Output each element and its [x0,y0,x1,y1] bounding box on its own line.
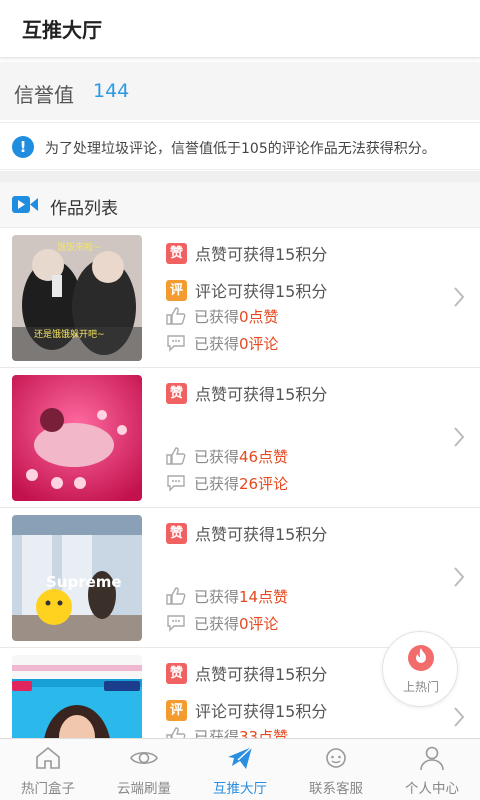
promote-button[interactable]: 上热门 [382,631,458,707]
chevron-right-icon[interactable] [452,706,466,728]
comment-icon [167,615,185,632]
chevron-right-icon[interactable] [452,426,466,448]
paper-plane-icon [228,746,253,769]
work-item[interactable]: Supreme 赞 点赞可获得15积分 已获得 14点赞 已获得 0评论 [0,508,480,648]
like-reward: 赞 点赞可获得15积分 [166,662,327,684]
page-title: 互推大厅 [22,18,102,42]
tab-cloud-boost[interactable]: 云端刷量 [96,739,192,800]
works-list-header: 作品列表 [0,182,480,228]
comment-icon [167,475,185,492]
thumb-caption-top: 饿饭来啦~ [57,241,101,253]
comment-reward: 评 评论可获得15积分 [166,279,327,301]
like-reward: 赞 点赞可获得15积分 [166,382,327,404]
work-thumbnail[interactable] [12,375,142,501]
work-thumbnail[interactable] [12,655,142,738]
headset-icon [326,748,346,768]
thumbs-up-icon [166,307,186,325]
credit-value: 144 [93,80,130,102]
chevron-right-icon[interactable] [452,286,466,308]
comments-received: 已获得 0评论 [166,612,279,634]
work-item[interactable]: 饿饭来啦~ 还是饿饿躲开吧~ 赞 点赞可获得15积分 评 评论可获得15积分 已… [0,228,480,368]
eye-icon [130,751,158,765]
notice-text: 为了处理垃圾评论，信誉值低于105的评论作品无法获得积分。 [45,141,436,157]
works-list-title: 作品列表 [50,199,118,219]
comments-received: 已获得 0评论 [166,332,279,354]
bottom-tab-bar: 热门盒子 云端刷量 互推大厅 联系客服 个人中心 [0,738,480,800]
comments-received: 已获得 26评论 [166,472,288,494]
thumbs-up-icon [166,447,186,465]
home-icon [36,746,60,769]
comment-badge: 评 [166,699,187,721]
tab-profile[interactable]: 个人中心 [384,739,480,800]
tab-hot-box[interactable]: 热门盒子 [0,739,96,800]
comment-icon [167,335,185,352]
info-icon: ! [12,136,34,158]
thumbs-up-icon [166,727,186,738]
credit-label: 信誉值 [14,83,74,107]
section-divider [0,171,480,182]
credit-score-bar: 信誉值 144 [0,62,480,120]
chevron-right-icon[interactable] [452,566,466,588]
comment-reward: 评 评论可获得15积分 [166,699,327,721]
like-reward: 赞 点赞可获得15积分 [166,242,327,264]
like-badge: 赞 [166,382,187,404]
like-badge: 赞 [166,662,187,684]
work-thumbnail[interactable]: 饿饭来啦~ 还是饿饿躲开吧~ [12,235,142,361]
person-icon [420,746,444,771]
likes-received: 已获得 46点赞 [166,445,288,467]
app-header: 互推大厅 [0,0,480,58]
video-icon [12,196,38,213]
notice-banner: ! 为了处理垃圾评论，信誉值低于105的评论作品无法获得积分。 [0,122,480,170]
tab-customer-service[interactable]: 联系客服 [288,739,384,800]
thumbs-up-icon [166,587,186,605]
tab-promote-hall[interactable]: 互推大厅 [192,739,288,800]
likes-received: 已获得 14点赞 [166,585,288,607]
likes-received: 已获得 33点赞 [166,725,288,738]
like-badge: 赞 [166,242,187,264]
thumb-caption: Supreme [46,573,122,591]
comment-badge: 评 [166,279,187,301]
likes-received: 已获得 0点赞 [166,305,279,327]
work-thumbnail[interactable]: Supreme [12,515,142,641]
promote-label: 上热门 [402,680,439,694]
thumb-caption-bottom: 还是饿饿躲开吧~ [34,328,105,340]
like-badge: 赞 [166,522,187,544]
work-item[interactable]: 赞 点赞可获得15积分 已获得 46点赞 已获得 26评论 [0,368,480,508]
flame-icon [408,645,434,671]
like-reward: 赞 点赞可获得15积分 [166,522,327,544]
